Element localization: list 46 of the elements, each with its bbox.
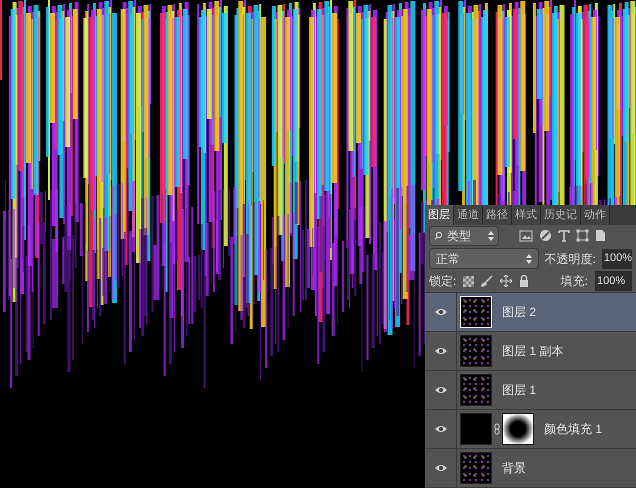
filter-value: 类型 xyxy=(447,228,472,245)
eye-icon[interactable] xyxy=(434,424,448,434)
filter-dropdown[interactable]: 类型 xyxy=(429,226,499,246)
panel-tab[interactable]: 图层 xyxy=(425,205,454,225)
layer-thumbnail xyxy=(460,452,492,484)
layer-thumbnail xyxy=(460,374,492,406)
layer-name: 图层 2 xyxy=(502,304,536,321)
checkerboard-icon[interactable] xyxy=(463,276,474,287)
layer-name: 图层 1 副本 xyxy=(502,343,564,360)
blend-mode-dropdown[interactable]: 正常 xyxy=(429,248,539,270)
fill-label: 填充: xyxy=(560,273,588,290)
transform-icon[interactable] xyxy=(576,229,589,242)
eye-icon[interactable] xyxy=(434,385,448,395)
layer-row[interactable]: 背景 xyxy=(425,449,636,488)
opacity-label: 不透明度: xyxy=(544,250,596,268)
layer-thumbnail xyxy=(460,413,492,445)
opacity-field[interactable]: 100% xyxy=(602,248,632,269)
panel-tab[interactable]: 通道 xyxy=(454,205,483,225)
image-icon[interactable] xyxy=(519,230,533,242)
layer-row[interactable]: 图层 1 xyxy=(425,371,636,410)
fill-field[interactable]: 100% xyxy=(595,271,632,292)
move-icon[interactable] xyxy=(500,275,512,288)
eye-icon[interactable] xyxy=(434,346,448,356)
layer-name: 图层 1 xyxy=(502,382,536,399)
layer-thumbnail xyxy=(460,335,492,367)
blend-mode-value: 正常 xyxy=(436,250,461,268)
layer-thumbnail xyxy=(460,296,492,328)
lock-icon[interactable] xyxy=(519,275,530,288)
search-icon xyxy=(434,231,443,240)
link-icon[interactable] xyxy=(494,423,500,435)
panel-tab[interactable]: 历史记 xyxy=(541,205,581,225)
lock-label: 锁定: xyxy=(429,273,456,290)
panel-tab[interactable]: 动作 xyxy=(581,205,610,225)
eye-icon[interactable] xyxy=(434,307,448,317)
layer-row[interactable]: 图层 2 xyxy=(425,293,636,332)
panel-tab[interactable]: 路径 xyxy=(483,205,512,225)
eye-icon[interactable] xyxy=(434,463,448,473)
layer-name: 背景 xyxy=(502,460,526,477)
brush-icon[interactable] xyxy=(481,275,494,288)
layer-mask-thumbnail xyxy=(502,413,534,445)
circle-icon[interactable] xyxy=(539,229,552,242)
type-icon[interactable] xyxy=(558,230,570,242)
panel-tab[interactable]: 样式 xyxy=(512,205,541,225)
layer-row[interactable]: 图层 1 副本 xyxy=(425,332,636,371)
layer-name: 颜色填充 1 xyxy=(544,421,602,438)
layer-row[interactable]: 颜色填充 1 xyxy=(425,410,636,449)
